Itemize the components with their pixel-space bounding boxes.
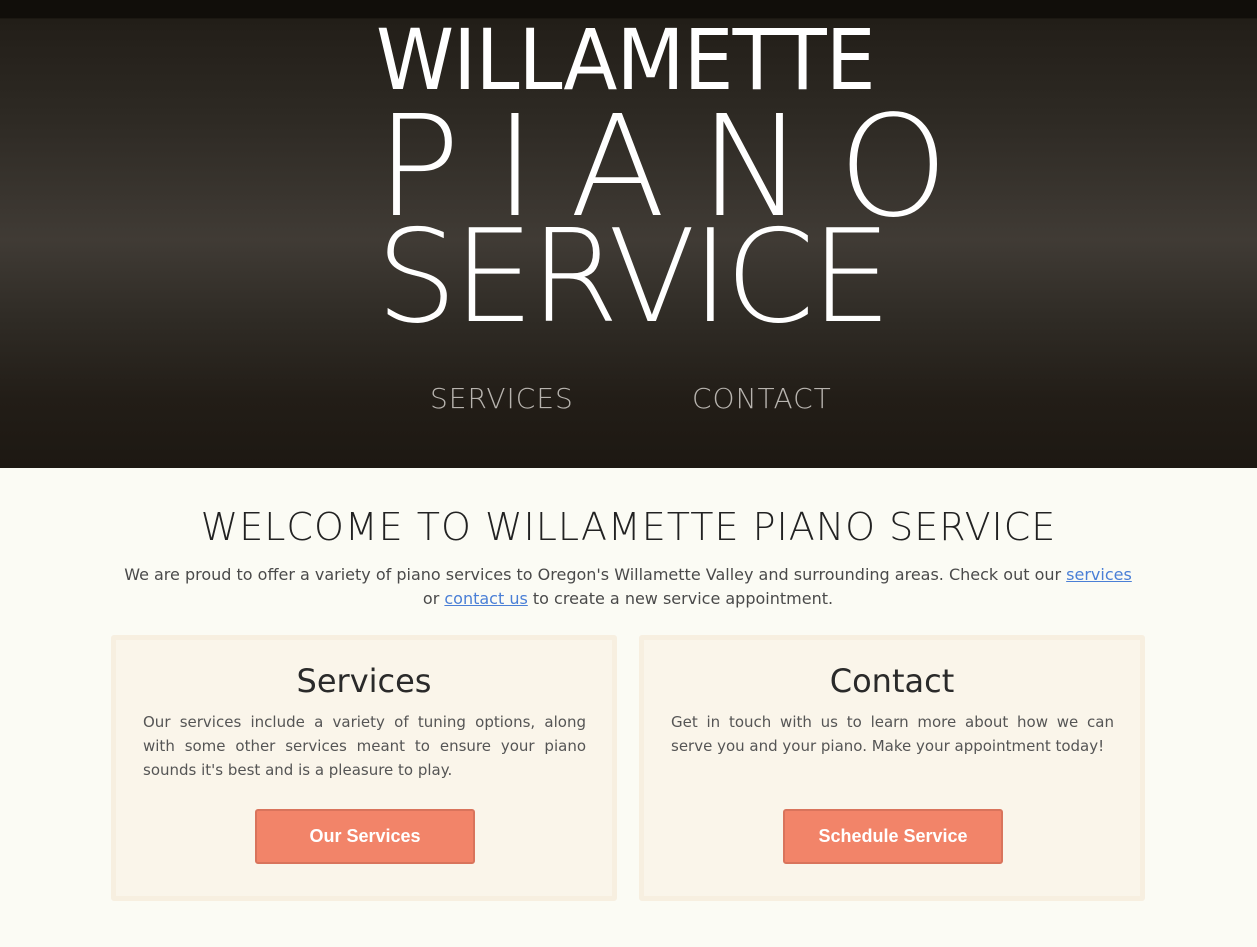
contact-card-text: Get in touch with us to learn more about…: [671, 713, 1114, 755]
services-card: Services Our services include a variety …: [111, 635, 617, 901]
intro-text-1: We are proud to offer a variety of piano…: [124, 565, 1067, 584]
services-inline-link[interactable]: services: [1066, 565, 1132, 584]
nav-link-contact[interactable]: CONTACT: [692, 382, 832, 415]
services-card-title: Services: [296, 662, 432, 700]
our-services-button[interactable]: Our Services: [255, 809, 475, 864]
main-nav: SERVICES CONTACT: [0, 382, 1257, 422]
intro-text-3: to create a new service appointment.: [527, 589, 834, 608]
intro-paragraph: We are proud to offer a variety of piano…: [118, 563, 1138, 611]
intro-text-2: or: [422, 589, 445, 608]
welcome-heading: WELCOME TO WILLAMETTE PIANO SERVICE: [200, 505, 1057, 549]
services-card-text: Our services include a variety of tuning…: [143, 713, 586, 779]
contact-card-title: Contact: [829, 662, 955, 700]
contact-card: Contact Get in touch with us to learn mo…: [639, 635, 1145, 901]
hero-header: WILLAMETTE PIANO SERVICE SERVICES CONTAC…: [0, 0, 1257, 468]
schedule-service-button[interactable]: Schedule Service: [783, 809, 1003, 864]
logo-line-3: SERVICE: [376, 203, 892, 352]
contact-inline-link[interactable]: contact us: [444, 589, 527, 608]
nav-link-services[interactable]: SERVICES: [430, 382, 574, 415]
